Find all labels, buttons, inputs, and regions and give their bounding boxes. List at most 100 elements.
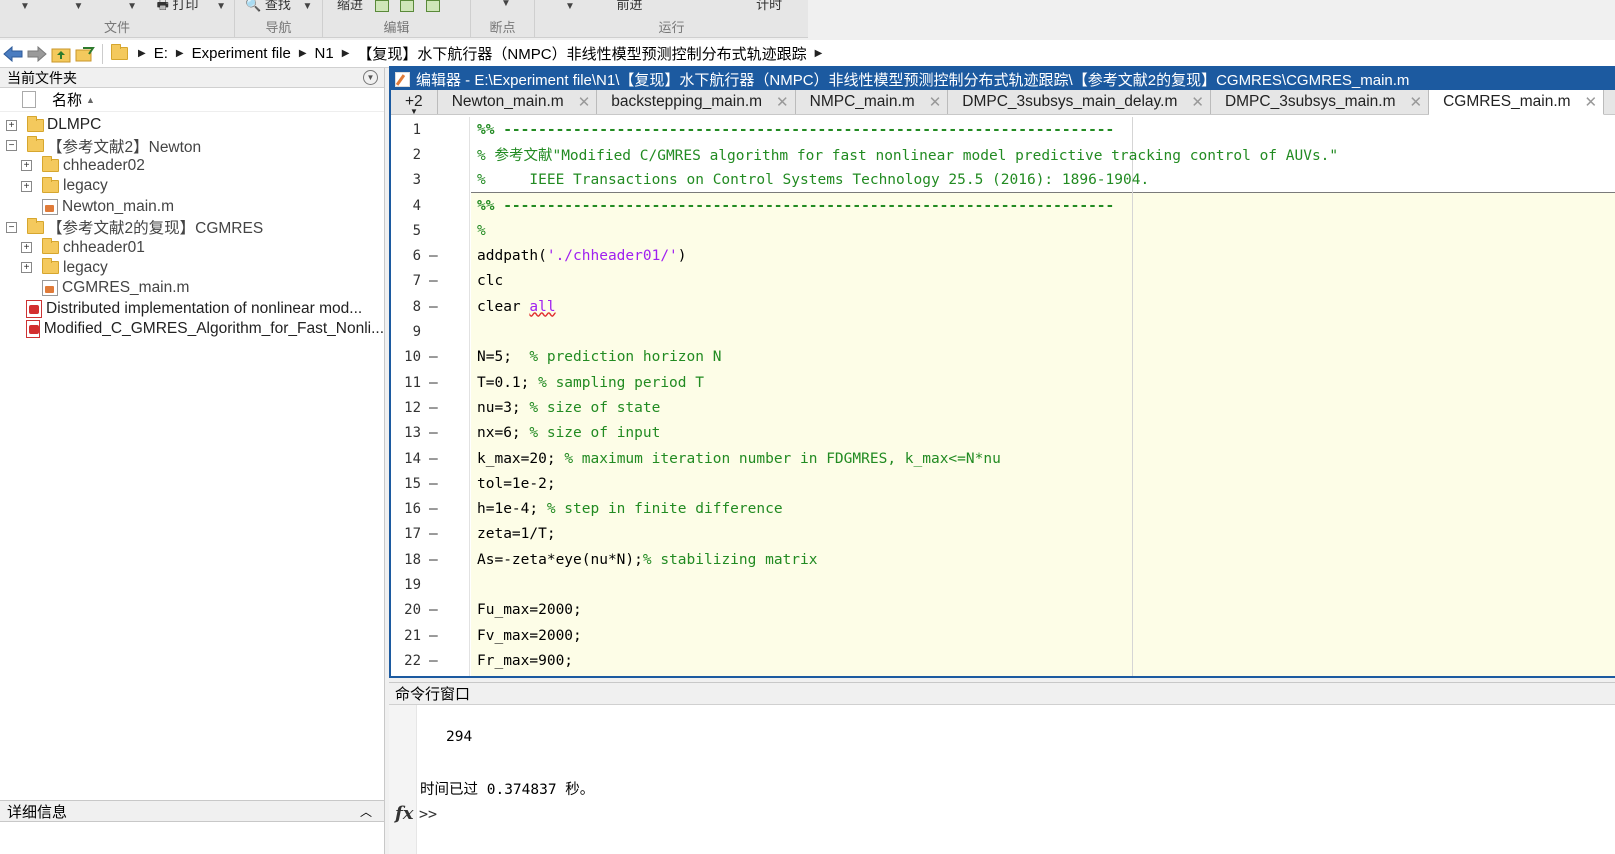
- advance-button[interactable]: 前进: [617, 0, 643, 13]
- breakpoint-marker[interactable]: —: [429, 602, 438, 618]
- function-browser-icon[interactable]: fx: [395, 803, 413, 824]
- breakpoint-marker[interactable]: —: [429, 552, 438, 568]
- tab-newton-main[interactable]: Newton_main.m ✕: [438, 90, 598, 114]
- tree-item-chheader02[interactable]: + chheader02: [0, 156, 384, 176]
- run-and-time-button[interactable]: 计时: [756, 0, 782, 13]
- breadcrumb-project[interactable]: 【复现】水下航行器（NMPC）非线性模型预测控制分布式轨迹跟踪: [357, 43, 806, 64]
- tree-item-chheader01[interactable]: + chheader01: [0, 237, 384, 257]
- code-line[interactable]: 13 — nx=6; % size of input: [391, 421, 1615, 446]
- code-line[interactable]: 1 %% -----------------------------------…: [391, 117, 1615, 142]
- command-prompt[interactable]: >>: [419, 805, 437, 823]
- back-icon[interactable]: [2, 43, 24, 65]
- panel-menu-icon[interactable]: ▼: [363, 70, 378, 85]
- code-line[interactable]: 15 — tol=1e-2;: [391, 471, 1615, 496]
- expand-icon[interactable]: +: [6, 119, 17, 131]
- close-icon[interactable]: ✕: [1585, 93, 1598, 111]
- code-line[interactable]: 11 — T=0.1; % sampling period T: [391, 370, 1615, 395]
- code-line[interactable]: 22 — Fr_max=900;: [391, 648, 1615, 673]
- tab-dmpc-3subsys-main-delay[interactable]: DMPC_3subsys_main_delay.m ✕: [948, 90, 1211, 114]
- chevron-down-icon[interactable]: ▼: [20, 1, 30, 12]
- code-area[interactable]: 1 %% -----------------------------------…: [391, 117, 1615, 676]
- tree-item-pdf-modified-cgmres[interactable]: Modified_C_GMRES_Algorithm_for_Fast_Nonl…: [0, 319, 384, 339]
- breadcrumb-separator[interactable]: ▶: [342, 48, 350, 59]
- breakpoint-marker[interactable]: —: [429, 451, 438, 467]
- column-header[interactable]: 名称 ▲: [0, 88, 384, 112]
- code-line[interactable]: 18 — As=-zeta*eye(nu*N);% stabilizing ma…: [391, 547, 1615, 572]
- tab-dmpc-3subsys-main[interactable]: DMPC_3subsys_main.m ✕: [1211, 90, 1430, 114]
- expand-icon[interactable]: +: [21, 262, 32, 274]
- tree-item-legacy[interactable]: + legacy: [0, 258, 384, 278]
- search-icon[interactable]: 🔍: [245, 0, 261, 13]
- breakpoint-marker[interactable]: —: [429, 349, 438, 365]
- wrap-icon[interactable]: [425, 0, 440, 12]
- breakpoint-marker[interactable]: —: [429, 501, 438, 517]
- tree-item-dlmpc[interactable]: + DLMPC: [0, 115, 384, 135]
- chevron-down-icon[interactable]: ▼: [216, 1, 226, 12]
- comment-icon[interactable]: [400, 0, 415, 12]
- breadcrumb-n1[interactable]: N1: [315, 45, 334, 62]
- breadcrumb-separator[interactable]: ▶: [176, 48, 184, 59]
- code-line[interactable]: 2 % 参考文献"Modified C/GMRES algorithm for …: [391, 142, 1615, 167]
- code-line[interactable]: 10 — N=5; % prediction horizon N: [391, 345, 1615, 370]
- browse-folder-icon[interactable]: [74, 43, 96, 65]
- code-line[interactable]: 16 — h=1e-4; % step in finite difference: [391, 497, 1615, 522]
- collapse-icon[interactable]: −: [6, 221, 17, 233]
- code-line[interactable]: 7 — clc: [391, 269, 1615, 294]
- breadcrumb-separator[interactable]: ▶: [299, 48, 307, 59]
- breakpoint-marker[interactable]: —: [429, 653, 438, 669]
- breakpoint-marker[interactable]: —: [429, 476, 438, 492]
- expand-icon[interactable]: +: [21, 242, 32, 254]
- up-folder-icon[interactable]: [50, 43, 72, 65]
- code-line[interactable]: 12 — nu=3; % size of state: [391, 395, 1615, 420]
- breadcrumb-separator[interactable]: ▶: [815, 48, 823, 59]
- breakpoint-marker[interactable]: —: [429, 273, 438, 289]
- code-line[interactable]: 9: [391, 319, 1615, 344]
- code-analyzer-warning[interactable]: all: [529, 299, 555, 315]
- chevron-up-icon[interactable]: ︿: [360, 803, 372, 820]
- expand-icon[interactable]: +: [21, 180, 32, 192]
- breadcrumb-drive[interactable]: E:: [154, 45, 168, 62]
- breakpoint-marker[interactable]: —: [429, 248, 438, 264]
- tab-cgmres-main[interactable]: CGMRES_main.m ✕: [1429, 90, 1605, 115]
- breakpoint-marker[interactable]: —: [429, 628, 438, 644]
- tree-item-ref2-newton[interactable]: − 【参考文献2】Newton: [0, 135, 384, 156]
- code-line[interactable]: 21 — Fv_max=2000;: [391, 623, 1615, 648]
- chevron-down-icon[interactable]: ▼: [565, 1, 575, 12]
- code-line[interactable]: 6 — addpath('./chheader01/'): [391, 244, 1615, 269]
- indent-button[interactable]: 缩进: [337, 0, 363, 13]
- chevron-down-icon[interactable]: ▼: [127, 1, 137, 12]
- breadcrumb-experiment-file[interactable]: Experiment file: [192, 45, 291, 62]
- details-panel-header[interactable]: 详细信息 ︿: [0, 800, 384, 822]
- chevron-down-icon[interactable]: ▼: [501, 0, 511, 9]
- tree-item-newton-main[interactable]: Newton_main.m: [0, 197, 384, 217]
- code-line[interactable]: 8 — clear all: [391, 294, 1615, 319]
- chevron-down-icon[interactable]: ▼: [74, 1, 84, 12]
- column-name-label[interactable]: 名称: [52, 89, 82, 110]
- breakpoint-marker[interactable]: —: [429, 425, 438, 441]
- tab-nmpc-main[interactable]: NMPC_main.m ✕: [796, 90, 949, 114]
- code-line[interactable]: 4 %% -----------------------------------…: [391, 193, 1615, 218]
- close-icon[interactable]: ✕: [929, 93, 942, 111]
- close-icon[interactable]: ✕: [1191, 93, 1204, 111]
- code-line[interactable]: 19: [391, 572, 1615, 597]
- indent-icon[interactable]: [374, 0, 389, 12]
- breakpoint-marker[interactable]: —: [429, 299, 438, 315]
- tree-item-pdf-distributed[interactable]: Distributed implementation of nonlinear …: [0, 299, 384, 319]
- print-icon[interactable]: 🖶: [157, 0, 169, 18]
- tab-backstepping-main[interactable]: backstepping_main.m ✕: [597, 90, 796, 114]
- command-window-body[interactable]: 294 时间已过 0.374837 秒。 fx >>: [389, 705, 1615, 854]
- close-icon[interactable]: ✕: [1410, 93, 1423, 111]
- expand-icon[interactable]: +: [21, 160, 32, 172]
- code-line[interactable]: 3 % IEEE Transactions on Control Systems…: [391, 168, 1615, 193]
- breakpoint-marker[interactable]: —: [429, 400, 438, 416]
- forward-icon[interactable]: [26, 43, 48, 65]
- tab-overflow-button[interactable]: +2 ▼: [391, 90, 438, 116]
- tree-item-cgmres-main[interactable]: CGMRES_main.m: [0, 278, 384, 298]
- code-line[interactable]: 5 %: [391, 218, 1615, 243]
- find-button[interactable]: 查找: [265, 0, 291, 13]
- collapse-icon[interactable]: −: [6, 140, 17, 152]
- tree-item-legacy[interactable]: + legacy: [0, 176, 384, 196]
- breadcrumb-separator[interactable]: ▶: [138, 48, 146, 59]
- print-button[interactable]: 打印: [173, 0, 199, 13]
- code-line[interactable]: 14 — k_max=20; % maximum iteration numbe…: [391, 446, 1615, 471]
